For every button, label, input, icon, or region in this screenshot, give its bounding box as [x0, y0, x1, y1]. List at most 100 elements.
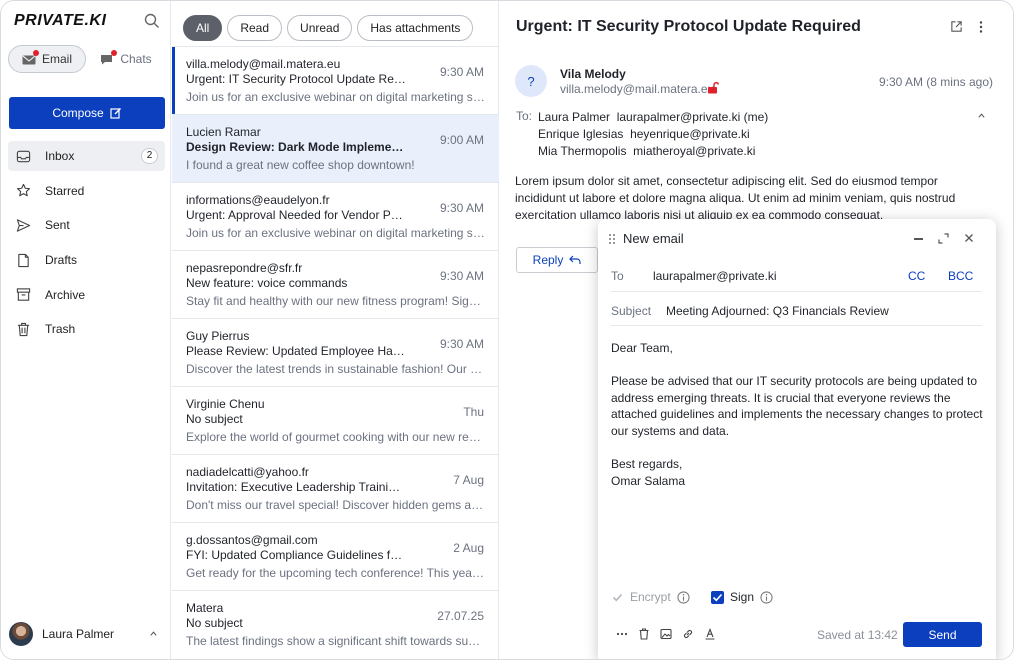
message-from: Matera — [186, 601, 224, 615]
divider — [611, 325, 982, 326]
message-time: 9:30 AM — [439, 337, 484, 351]
more-horizontal-icon[interactable] — [616, 628, 628, 640]
message-time: 9:30 AM — [439, 65, 484, 79]
message-preview: Stay fit and healthy with our new fitnes… — [186, 294, 486, 308]
subject-field[interactable]: Meeting Adjourned: Q3 Financials Review — [666, 304, 889, 318]
cc-button[interactable]: CC — [908, 269, 925, 283]
to-label: To — [611, 269, 624, 283]
message-preview: The latest findings show a significant s… — [186, 634, 486, 648]
more-vertical-icon[interactable] — [976, 20, 986, 34]
filter-bar: All Read Unread Has attachments — [183, 15, 474, 41]
sidebar-item-archive[interactable]: Archive — [8, 280, 165, 310]
message-from: informations@eaudelyon.fr — [186, 193, 330, 207]
open-external-icon[interactable] — [950, 20, 963, 33]
filter-all[interactable]: All — [183, 15, 223, 41]
filter-read[interactable]: Read — [227, 15, 283, 41]
app-logo: PRIVATE.KI — [14, 12, 107, 29]
encrypt-label: Encrypt — [630, 590, 671, 604]
chevron-up-icon — [150, 631, 157, 636]
recipient: Laura Palmer laurapalmer@private.ki (me) — [538, 109, 768, 126]
list-item[interactable]: Matera No subject The latest findings sh… — [172, 590, 499, 658]
email-tab[interactable]: Email — [8, 45, 86, 73]
recipient-name: Mia Thermopolis — [538, 144, 627, 158]
message-list: All Read Unread Has attachments villa.me… — [172, 1, 499, 659]
link-icon[interactable] — [682, 628, 694, 640]
send-button[interactable]: Send — [903, 622, 982, 647]
sidebar-item-label: Archive — [45, 287, 86, 302]
sidebar-item-starred[interactable]: Starred — [8, 176, 165, 206]
recipient-email: miatheroyal@private.ki — [633, 144, 756, 158]
list-item[interactable]: Lucien Ramar Design Review: Dark Mode Im… — [172, 114, 499, 182]
info-icon[interactable] — [677, 590, 690, 604]
compose-label: Compose — [52, 106, 104, 120]
avatar — [9, 622, 33, 646]
saved-status: Saved at 13:42 — [817, 628, 898, 642]
message-subject: Urgent: Approval Needed for Vendor Payme… — [186, 208, 406, 222]
list-item[interactable]: informations@eaudelyon.fr Urgent: Approv… — [172, 182, 499, 250]
sign-checkbox[interactable] — [711, 590, 724, 604]
list-item[interactable]: Virginie Chenu No subject Explore the wo… — [172, 386, 499, 454]
sidebar-item-label: Starred — [45, 183, 85, 198]
recipient: Enrique Iglesias heyenrique@private.ki — [538, 126, 768, 143]
text-format-icon[interactable] — [704, 628, 716, 640]
search-icon[interactable] — [144, 13, 160, 29]
sidebar-item-inbox[interactable]: Inbox 2 — [8, 141, 165, 171]
mail-icon — [22, 50, 39, 65]
recipient-list: Laura Palmer laurapalmer@private.ki (me)… — [538, 109, 768, 160]
sidebar-item-label: Inbox — [45, 149, 75, 163]
message-time: 27.07.25 — [437, 609, 484, 623]
chats-tab[interactable]: Chats — [88, 45, 164, 73]
sidebar-item-trash[interactable]: Trash — [8, 314, 165, 344]
recipient-name: Enrique Iglesias — [538, 127, 624, 141]
reply-label: Reply — [532, 253, 564, 267]
compose-toolbar — [616, 628, 716, 640]
recipient-name: Laura Palmer — [538, 110, 611, 124]
image-icon[interactable] — [660, 628, 672, 640]
unlocked-icon — [708, 82, 719, 94]
folder-nav: Inbox 2 Starred Sent Drafts Archive Tras… — [8, 141, 165, 349]
message-time: Thu — [463, 405, 484, 419]
sidebar-item-label: Drafts — [45, 253, 78, 268]
list-item[interactable]: villa.melody@mail.matera.eu Urgent: IT S… — [172, 46, 499, 114]
archive-icon — [16, 288, 31, 301]
notification-dot — [111, 50, 118, 56]
close-icon[interactable] — [964, 233, 974, 243]
chevron-up-icon[interactable] — [977, 111, 986, 120]
sign-option: Sign — [711, 590, 773, 604]
message-from: g.dossantos@gmail.com — [186, 533, 318, 547]
list-item[interactable]: Guy Pierrus Please Review: Updated Emplo… — [172, 318, 499, 386]
list-item[interactable]: g.dossantos@gmail.com FYI: Updated Compl… — [172, 522, 499, 590]
filter-unread[interactable]: Unread — [287, 15, 353, 41]
divider — [611, 291, 982, 292]
expand-icon[interactable] — [938, 233, 949, 244]
message-preview: Join us for an exclusive webinar on digi… — [186, 90, 486, 104]
sidebar-item-drafts[interactable]: Drafts — [8, 245, 165, 275]
user-menu[interactable]: Laura Palmer — [9, 621, 164, 647]
minimize-icon[interactable] — [914, 238, 923, 240]
drag-handle-icon[interactable] — [608, 233, 616, 245]
inbox-icon — [16, 150, 31, 162]
bcc-button[interactable]: BCC — [948, 269, 973, 283]
sidebar-item-sent[interactable]: Sent — [8, 210, 165, 240]
info-icon[interactable] — [760, 590, 773, 604]
user-name: Laura Palmer — [42, 627, 115, 641]
trash-icon[interactable] — [638, 628, 650, 640]
list-item[interactable]: nepasrepondre@sfr.fr New feature: voice … — [172, 250, 499, 318]
to-field[interactable]: laurapalmer@private.ki — [653, 269, 777, 283]
message-time: 9:30 AM — [439, 201, 484, 215]
reply-button[interactable]: Reply — [516, 247, 598, 273]
message-preview: Explore the world of gourmet cooking wit… — [186, 430, 486, 444]
filter-has-attachments[interactable]: Has attachments — [357, 15, 474, 41]
message-preview: I found a great new coffee shop downtown… — [186, 158, 415, 172]
recipient-email: laurapalmer@private.ki (me) — [616, 110, 769, 124]
message-from: villa.melody@mail.matera.eu — [186, 57, 341, 71]
message-time: 9:30 AM — [439, 269, 484, 283]
trash-icon — [17, 322, 30, 337]
message-time: 9:00 AM — [439, 133, 484, 147]
message-preview: Don't miss our travel special! Discover … — [186, 498, 486, 512]
compose-button[interactable]: Compose — [9, 97, 165, 129]
list-item[interactable]: nadiadelcatti@yahoo.fr Invitation: Execu… — [172, 454, 499, 522]
chat-icon — [100, 50, 118, 65]
body-paragraph: Dear Team, — [611, 341, 673, 355]
compose-body[interactable]: Dear Team, Please be advised that our IT… — [611, 340, 983, 506]
